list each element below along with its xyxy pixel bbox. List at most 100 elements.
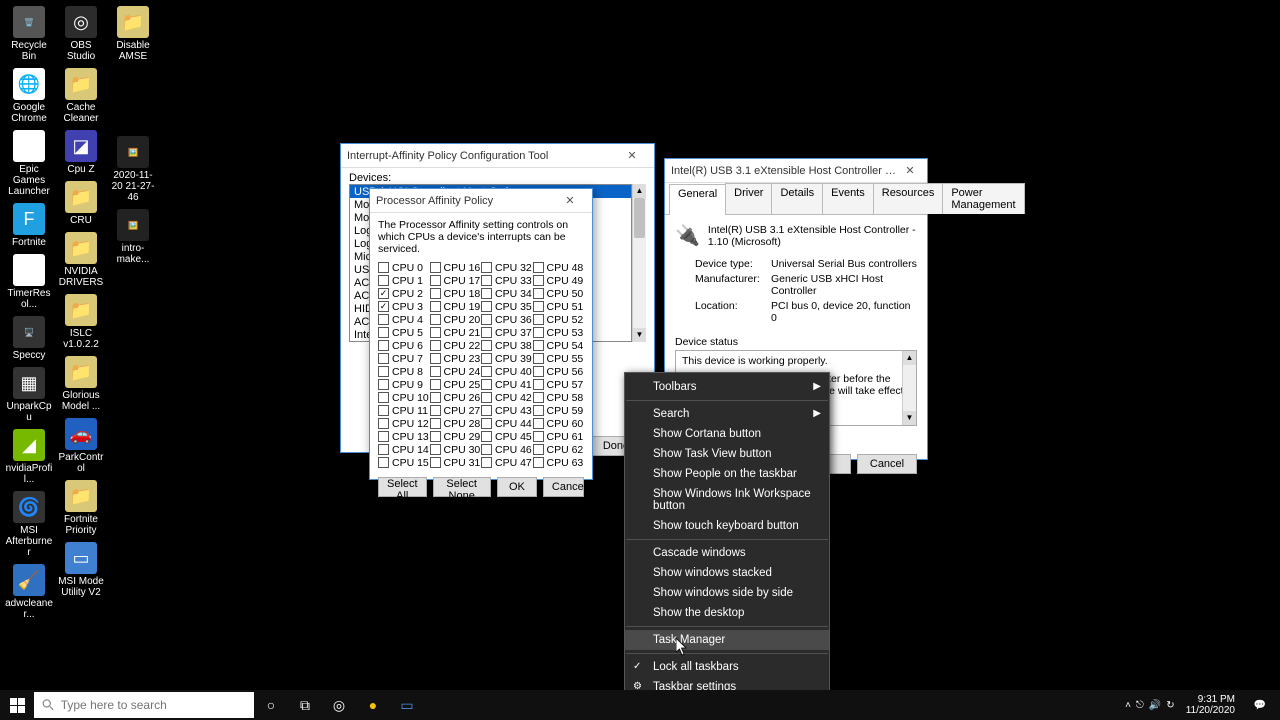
tray-network-icon[interactable]: ⎋ (1136, 700, 1144, 711)
checkbox[interactable] (533, 444, 544, 455)
close-icon[interactable]: ✕ (616, 149, 648, 162)
cpu-checkbox-item[interactable]: CPU 30 (430, 443, 482, 456)
desktop-icon-msi-afterburner[interactable]: 🌀MSI Afterburner (4, 491, 54, 558)
cpu-checkbox-item[interactable]: CPU 32 (481, 261, 533, 274)
tray-sync-icon[interactable]: ↻ (1166, 700, 1174, 711)
desktop-icon-nvidia-profile[interactable]: ◢nvidiaProfil... (4, 429, 54, 485)
menu-item-show-cortana-button[interactable]: Show Cortana button (625, 424, 829, 444)
cpu-checkbox-item[interactable]: CPU 39 (481, 352, 533, 365)
affinity-tool-titlebar[interactable]: Interrupt-Affinity Policy Configuration … (341, 144, 654, 168)
cpu-checkbox-item[interactable]: CPU 55 (533, 352, 585, 365)
checkbox[interactable] (378, 353, 389, 364)
scroll-up-icon[interactable]: ▲ (903, 351, 916, 365)
cpu-checkbox-item[interactable]: CPU 58 (533, 391, 585, 404)
cpu-checkbox-item[interactable]: CPU 15 (378, 456, 430, 469)
checkbox[interactable] (533, 405, 544, 416)
checkbox[interactable] (430, 379, 441, 390)
scroll-thumb[interactable] (634, 198, 645, 238)
cpu-checkbox-item[interactable]: CPU 40 (481, 365, 533, 378)
desktop-icon-glorious[interactable]: 📁Glorious Model ... (56, 356, 106, 412)
checkbox[interactable] (430, 301, 441, 312)
desktop-icon-msi-mode[interactable]: ▭MSI Mode Utility V2 (56, 542, 106, 598)
cpu-checkbox-item[interactable]: CPU 34 (481, 287, 533, 300)
cpu-checkbox-item[interactable]: CPU 45 (481, 430, 533, 443)
cpu-checkbox-item[interactable]: CPU 18 (430, 287, 482, 300)
checkbox[interactable] (481, 379, 492, 390)
cpu-checkbox-item[interactable]: CPU 8 (378, 365, 430, 378)
close-icon[interactable]: ✕ (554, 194, 586, 207)
checkbox[interactable] (378, 366, 389, 377)
checkbox[interactable] (430, 405, 441, 416)
checkbox[interactable] (378, 301, 389, 312)
tab-events[interactable]: Events (822, 183, 874, 214)
cpu-checkbox-item[interactable]: CPU 12 (378, 417, 430, 430)
cpu-checkbox-item[interactable]: CPU 50 (533, 287, 585, 300)
cpu-checkbox-item[interactable]: CPU 56 (533, 365, 585, 378)
desktop-icon-fortnite-priority[interactable]: 📁Fortnite Priority (56, 480, 106, 536)
checkbox[interactable] (378, 431, 389, 442)
select-all-button[interactable]: Select All (378, 477, 427, 497)
cortana-button[interactable]: ○ (254, 690, 288, 720)
desktop-icon-cpuz[interactable]: ◪Cpu Z (56, 130, 106, 175)
ok-button[interactable]: OK (497, 477, 537, 497)
cpu-checkbox-item[interactable]: CPU 5 (378, 326, 430, 339)
menu-item-show-the-desktop[interactable]: Show the desktop (625, 603, 829, 623)
cancel-button[interactable]: Cancel (543, 477, 584, 497)
checkbox[interactable] (533, 418, 544, 429)
tab-details[interactable]: Details (771, 183, 823, 214)
cpu-checkbox-item[interactable]: CPU 54 (533, 339, 585, 352)
cpu-checkbox-item[interactable]: CPU 14 (378, 443, 430, 456)
taskbar-app-chrome[interactable]: ● (356, 690, 390, 720)
cpu-checkbox-item[interactable]: CPU 25 (430, 378, 482, 391)
menu-item-lock-all-taskbars[interactable]: ✓Lock all taskbars (625, 657, 829, 677)
desktop-icon-adwcleaner[interactable]: 🧹adwcleaner... (4, 564, 54, 620)
close-icon[interactable]: ✕ (899, 164, 921, 177)
checkbox[interactable] (481, 301, 492, 312)
cpu-checkbox-item[interactable]: CPU 19 (430, 300, 482, 313)
desktop-icon-disable-amse[interactable]: 📁Disable AMSE (108, 6, 158, 62)
tab-resources[interactable]: Resources (873, 183, 944, 214)
desktop-icon-speccy[interactable]: 🖥️Speccy (4, 316, 54, 361)
notification-button[interactable]: 💬 (1246, 690, 1274, 720)
desktop-icon-parkcontrol[interactable]: 🚗ParkControl (56, 418, 106, 474)
checkbox[interactable] (533, 431, 544, 442)
checkbox[interactable] (481, 353, 492, 364)
checkbox[interactable] (430, 275, 441, 286)
cpu-checkbox-item[interactable]: CPU 13 (378, 430, 430, 443)
cpu-checkbox-item[interactable]: CPU 47 (481, 456, 533, 469)
cpu-checkbox-item[interactable]: CPU 37 (481, 326, 533, 339)
taskbar-clock[interactable]: 9:31 PM 11/20/2020 (1180, 694, 1241, 716)
cpu-checkbox-item[interactable]: CPU 0 (378, 261, 430, 274)
checkbox[interactable] (430, 288, 441, 299)
menu-item-show-people-on-the-taskbar[interactable]: Show People on the taskbar (625, 464, 829, 484)
checkbox[interactable] (533, 327, 544, 338)
tray-chevron-up-icon[interactable]: ˄ (1125, 700, 1131, 711)
checkbox[interactable] (430, 392, 441, 403)
cpu-checkbox-item[interactable]: CPU 7 (378, 352, 430, 365)
scroll-up-icon[interactable]: ▲ (633, 184, 646, 198)
taskbar-app-explorer[interactable]: ▭ (390, 690, 424, 720)
checkbox[interactable] (378, 457, 389, 468)
cpu-checkbox-item[interactable]: CPU 21 (430, 326, 482, 339)
cpu-checkbox-item[interactable]: CPU 48 (533, 261, 585, 274)
checkbox[interactable] (481, 431, 492, 442)
cpu-checkbox-item[interactable]: CPU 2 (378, 287, 430, 300)
cpu-checkbox-item[interactable]: CPU 1 (378, 274, 430, 287)
desktop-icon-unparkcpu[interactable]: ▦UnparkCpu (4, 367, 54, 423)
checkbox[interactable] (533, 392, 544, 403)
menu-item-show-windows-side-by-side[interactable]: Show windows side by side (625, 583, 829, 603)
checkbox[interactable] (533, 379, 544, 390)
desktop-icon-recycle-bin[interactable]: 🗑️Recycle Bin (4, 6, 54, 62)
checkbox[interactable] (430, 366, 441, 377)
checkbox[interactable] (481, 405, 492, 416)
checkbox[interactable] (533, 353, 544, 364)
checkbox[interactable] (481, 418, 492, 429)
cancel-button[interactable]: Cancel (857, 454, 917, 474)
menu-item-search[interactable]: Search▶ (625, 404, 829, 424)
checkbox[interactable] (533, 288, 544, 299)
cpu-checkbox-item[interactable]: CPU 9 (378, 378, 430, 391)
checkbox[interactable] (481, 366, 492, 377)
desktop-icon-nvidia-drivers[interactable]: 📁NVIDIA DRIVERS (56, 232, 106, 288)
cpu-checkbox-item[interactable]: CPU 11 (378, 404, 430, 417)
taskbar-app-obs[interactable]: ◎ (322, 690, 356, 720)
